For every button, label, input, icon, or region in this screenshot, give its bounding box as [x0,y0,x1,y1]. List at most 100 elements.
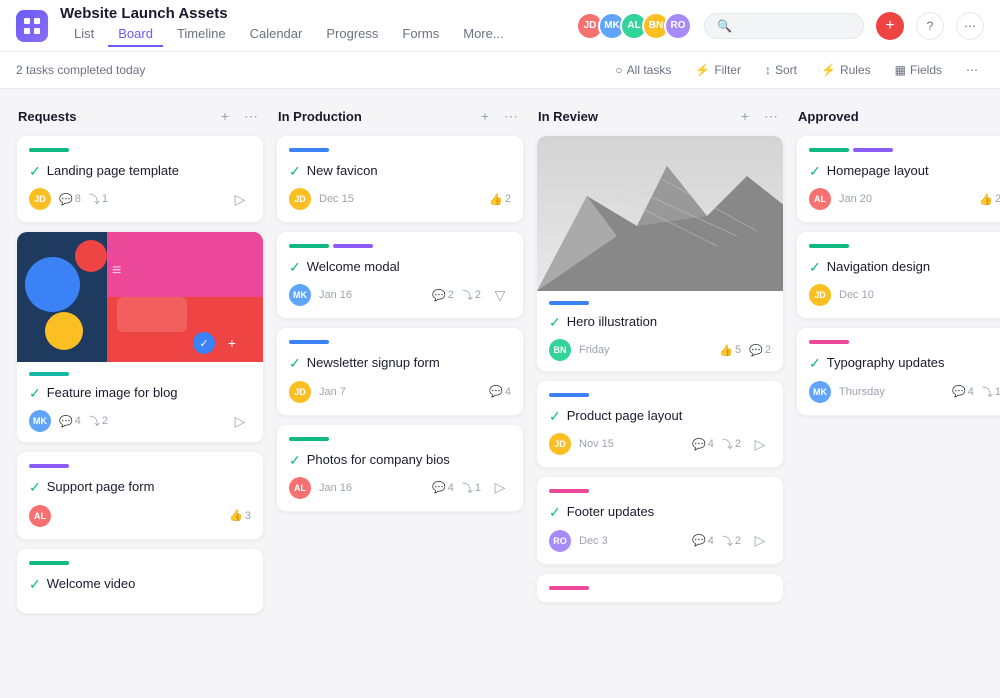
add-button[interactable]: + [876,12,904,40]
expand-icon[interactable]: ▷ [229,410,251,432]
card-footer: AL Jan 16 💬4 ⤵1 ▷ [289,477,511,499]
notifications-button[interactable]: ⋯ [956,12,984,40]
nav-progress[interactable]: Progress [316,22,388,47]
card-partial[interactable] [536,573,784,603]
expand-icon[interactable]: ▽ [489,284,511,306]
date: Dec 15 [319,193,354,205]
add-card-in-production[interactable]: + [474,105,496,127]
card-landing-page-template[interactable]: ✓ Landing page template JD 💬8 ⤵1 ▷ [16,135,264,223]
filter-button[interactable]: ⚡ Filter [689,60,747,80]
card-new-favicon[interactable]: ✓ New favicon JD Dec 15 👍2 [276,135,524,223]
card-navigation-design[interactable]: ✓ Navigation design JD Dec 10 💬3 [796,231,1000,319]
card-tag [549,393,589,397]
more-options-in-production[interactable]: ⋯ [500,105,522,127]
card-tag [549,489,589,493]
card-tag [29,464,69,468]
column-title-requests: Requests [18,109,208,124]
nav-board[interactable]: Board [108,22,163,47]
nav-forms[interactable]: Forms [392,22,449,47]
like-count: 👍3 [229,509,251,522]
card-title-row: ✓ Newsletter signup form [289,354,511,372]
subtask-count: ⤵1 [89,191,108,207]
comment-count: 💬4 [432,481,454,494]
check-icon: ✓ [549,314,561,331]
check-icon: ✓ [289,452,301,469]
nav-calendar[interactable]: Calendar [240,22,313,47]
help-button[interactable]: ? [916,12,944,40]
card-support-page-form[interactable]: ✓ Support page form AL 👍3 [16,451,264,539]
date: Friday [579,344,610,356]
avatar: RO [549,530,571,552]
card-tag-purple [853,148,893,152]
sort-button[interactable]: ↕ Sort [759,60,803,80]
card-welcome-video[interactable]: ✓ Welcome video [16,548,264,614]
all-tasks-button[interactable]: ○ All tasks [609,60,677,80]
board: Requests + ⋯ ✓ Landing page template JD … [0,89,1000,687]
like-count: 👍2 [979,193,1000,206]
avatar: BN [549,339,571,361]
rules-button[interactable]: ⚡ Rules [815,60,877,80]
card-title: Navigation design [827,258,930,276]
check-icon: ✓ [549,408,561,425]
more-options-requests[interactable]: ⋯ [240,105,262,127]
card-footer: JD 💬8 ⤵1 ▷ [29,188,251,210]
card-tag-green [289,244,329,248]
comment-count: 💬4 [952,385,974,398]
more-options-button[interactable]: ⋯ [960,60,984,80]
card-product-page-layout[interactable]: ✓ Product page layout JD Nov 15 💬4 ⤵2 ▷ [536,380,784,468]
card-footer-updates[interactable]: ✓ Footer updates RO Dec 3 💬4 ⤵2 ▷ [536,476,784,564]
app-title: Website Launch Assets [60,5,514,22]
add-card-in-review[interactable]: + [734,105,756,127]
card-feature-image[interactable]: ≡ ✓ + ✓ Feature image for blog MK 💬4 ⤵2 … [16,231,264,443]
add-card-requests[interactable]: + [214,105,236,127]
nav-links: List Board Timeline Calendar Progress Fo… [64,22,514,47]
expand-icon[interactable]: ▷ [749,433,771,455]
avatar: JD [289,188,311,210]
card-tag [29,148,69,152]
expand-icon[interactable]: ▷ [749,530,771,552]
card-tag [289,340,329,344]
card-title-row: ✓ Typography updates [809,354,1000,372]
column-header-in-review: In Review + ⋯ [536,105,784,127]
nav-timeline[interactable]: Timeline [167,22,236,47]
check-icon: ✓ [29,385,41,402]
column-title-in-production: In Production [278,109,468,124]
card-title: Feature image for blog [47,384,178,402]
add-card-approved[interactable]: + [994,105,1000,127]
card-tag [549,301,589,305]
card-footer: MK Thursday 💬4 ⤵1 ▷ [809,381,1000,403]
fields-button[interactable]: ▦ Fields [889,60,948,80]
top-bar: Website Launch Assets List Board Timelin… [0,0,1000,52]
search-bar[interactable]: 🔍 [704,13,864,39]
column-header-approved: Approved + ⋯ [796,105,1000,127]
comment-count: 💬2 [432,289,454,302]
card-footer: BN Friday 👍5 💬2 [549,339,771,361]
nav-more[interactable]: More... [453,22,513,47]
card-typography-updates[interactable]: ✓ Typography updates MK Thursday 💬4 ⤵1 ▷ [796,327,1000,415]
card-title: Welcome modal [307,258,400,276]
app-icon [16,10,48,42]
user-avatars: JD MK AL BN RO [576,12,692,40]
card-newsletter-signup-form[interactable]: ✓ Newsletter signup form JD Jan 7 💬4 [276,327,524,415]
card-photos-for-company-bios[interactable]: ✓ Photos for company bios AL Jan 16 💬4 ⤵… [276,424,524,512]
avatar-5: RO [664,12,692,40]
avatar: AL [29,505,51,527]
nav-list[interactable]: List [64,22,104,47]
card-homepage-layout[interactable]: ✓ Homepage layout AL Jan 20 👍2 💬4 [796,135,1000,223]
card-welcome-modal[interactable]: ✓ Welcome modal MK Jan 16 💬2 ⤵2 ▽ [276,231,524,319]
subtask-count: ⤵2 [462,287,481,303]
avatar: MK [29,410,51,432]
card-title-row: ✓ Welcome video [29,575,251,593]
card-hero-illustration[interactable]: ✓ Hero illustration BN Friday 👍5 💬2 [536,135,784,372]
rules-icon: ⚡ [821,63,836,77]
more-options-in-review[interactable]: ⋯ [760,105,782,127]
card-tag-green [809,148,849,152]
card-title-row: ✓ Welcome modal [289,258,511,276]
check-icon: ✓ [289,355,301,372]
card-title: Support page form [47,478,155,496]
date: Jan 16 [319,289,352,301]
card-title: Photos for company bios [307,451,450,469]
card-tag [289,437,329,441]
expand-icon[interactable]: ▷ [489,477,511,499]
expand-icon[interactable]: ▷ [229,188,251,210]
